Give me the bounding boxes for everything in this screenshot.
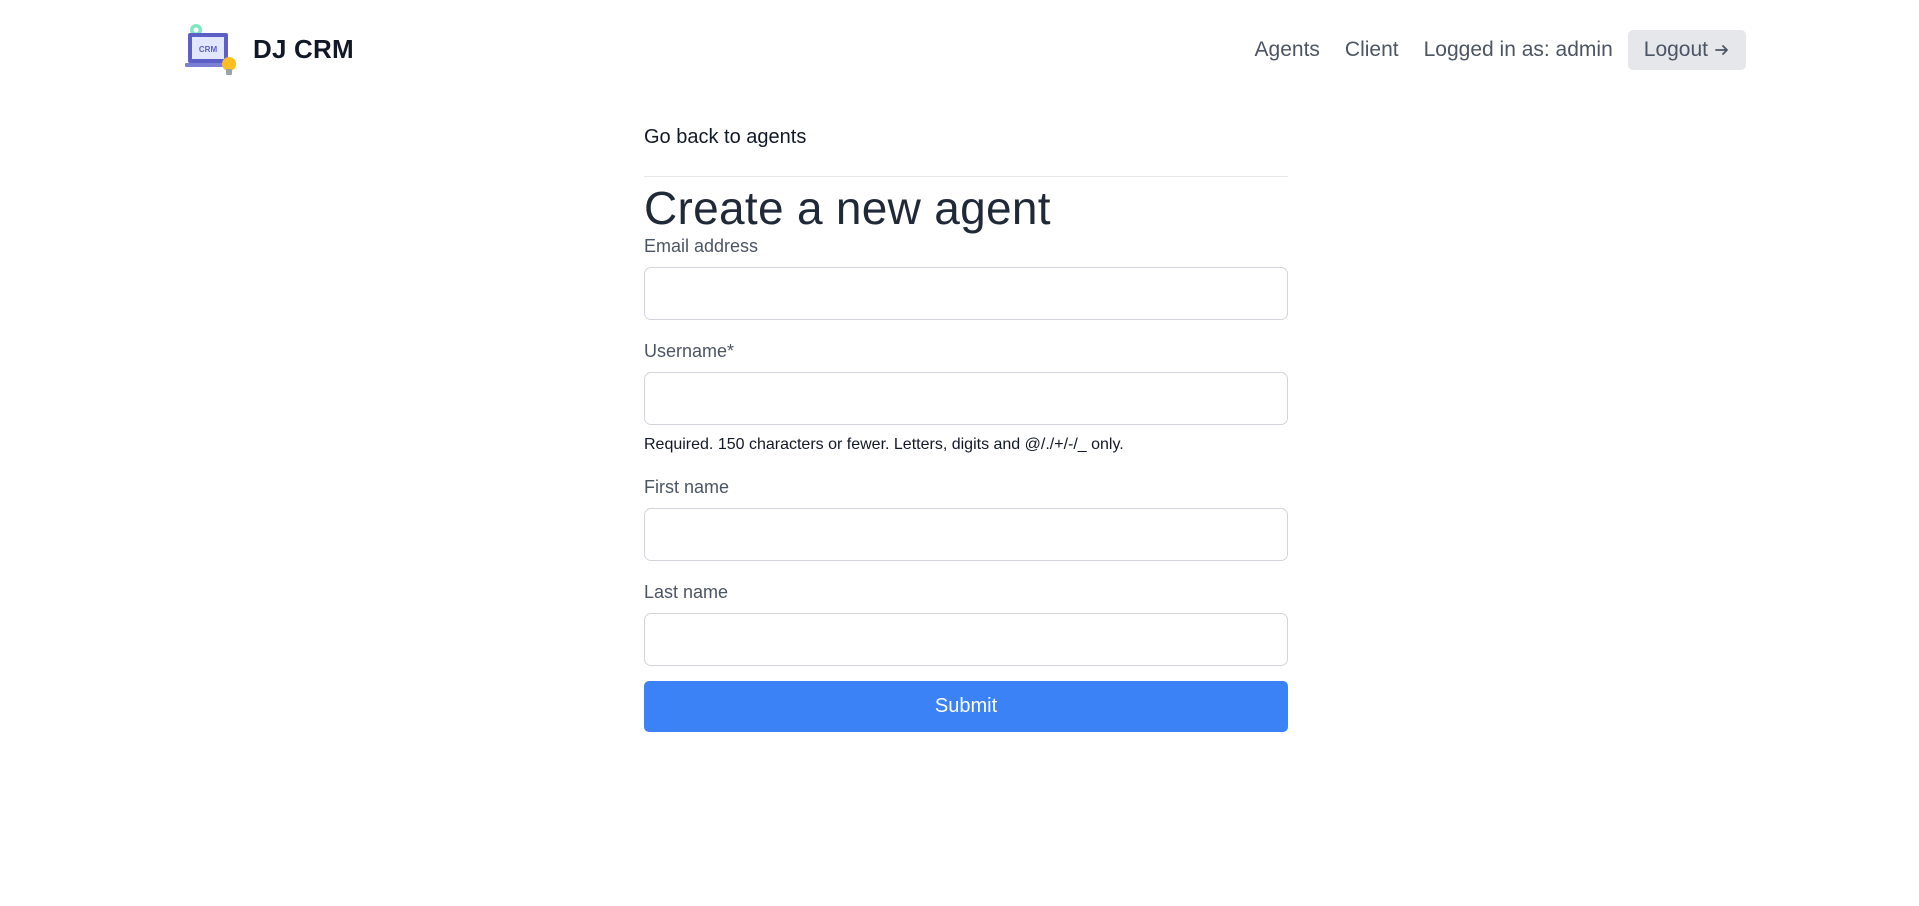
- logged-in-user-text: Logged in as: admin: [1423, 38, 1613, 61]
- first-name-field-group: First name: [644, 476, 1288, 561]
- arrow-right-icon: [1715, 45, 1728, 55]
- last-name-field-group: Last name: [644, 581, 1288, 666]
- first-name-label: First name: [644, 477, 730, 497]
- logout-button[interactable]: Logout: [1627, 30, 1746, 70]
- nav-client-link[interactable]: Client: [1345, 38, 1399, 62]
- crm-logo-icon: CRM: [185, 22, 237, 76]
- brand-link[interactable]: CRM DJ CRM: [185, 22, 354, 76]
- username-field-group: Username* Required. 150 characters or fe…: [644, 340, 1288, 455]
- email-field-group: Email address: [644, 235, 1288, 320]
- submit-button[interactable]: Submit: [644, 681, 1288, 732]
- username-help-text: Required. 150 characters or fewer. Lette…: [644, 436, 1124, 453]
- last-name-label: Last name: [644, 582, 729, 602]
- brand-name: DJ CRM: [253, 33, 354, 64]
- username-input[interactable]: [644, 372, 1288, 425]
- top-navbar: CRM DJ CRM Agents Client Logged in as: a…: [0, 0, 1919, 100]
- logo-text: CRM: [199, 45, 218, 54]
- back-to-agents-link[interactable]: Go back to agents: [644, 126, 806, 149]
- email-label: Email address: [644, 236, 759, 256]
- main-nav: Agents Client Logged in as: admin Logout: [1255, 30, 1746, 70]
- create-agent-form: Email address Username* Required. 150 ch…: [644, 235, 1288, 732]
- logout-label: Logout: [1643, 38, 1708, 61]
- divider: [644, 176, 1288, 177]
- create-agent-section: Go back to agents Create a new agent Ema…: [644, 126, 1288, 732]
- page-title: Create a new agent: [644, 182, 1051, 234]
- username-label: Username*: [644, 341, 735, 361]
- email-input[interactable]: [644, 267, 1288, 320]
- last-name-input[interactable]: [644, 613, 1288, 666]
- nav-agents-link[interactable]: Agents: [1255, 38, 1320, 62]
- first-name-input[interactable]: [644, 508, 1288, 561]
